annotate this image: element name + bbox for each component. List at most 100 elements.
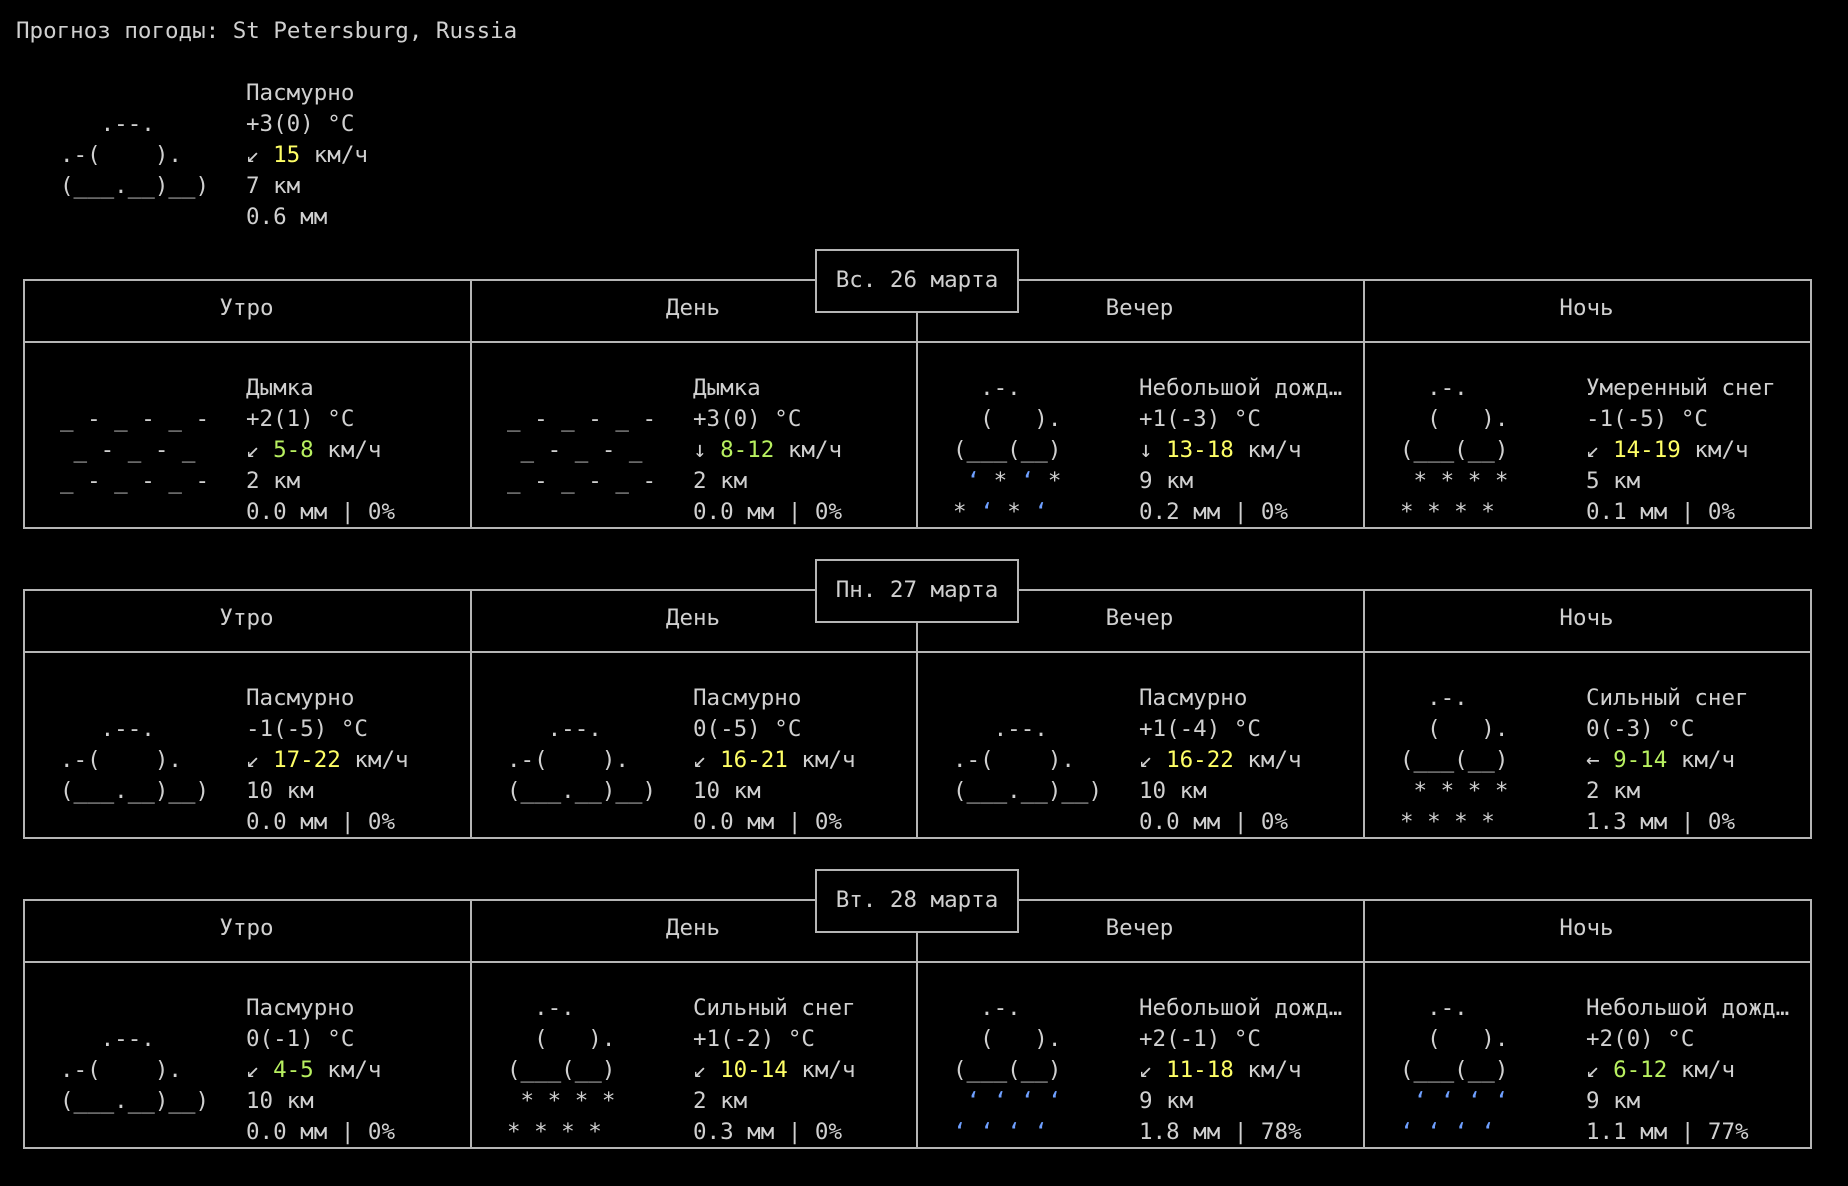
wind-speed: 5-8 [273, 437, 314, 463]
wind-row: ↙ 16-21 км/ч [693, 745, 856, 776]
art-line: _ - _ - _ - [60, 468, 210, 494]
wind-direction-icon: ↙ [693, 747, 707, 773]
art-line: * * * * [1400, 778, 1509, 804]
wind-row: ↙ 16-22 км/ч [1139, 745, 1302, 776]
raindrop-icon: ʻ [1481, 1119, 1495, 1145]
precipitation: 0.3 мм | 0% [693, 1119, 843, 1145]
visibility: 10 км [246, 778, 314, 804]
wind-unit: км/ч [1680, 1057, 1736, 1083]
precipitation: 1.1 мм | 77% [1586, 1119, 1749, 1145]
visibility: 10 км [693, 778, 761, 804]
art-line: ʻ ʻ ʻ ʻ [1400, 1117, 1495, 1148]
temperature: +3(0) °C [693, 406, 802, 432]
precipitation: 0.0 мм | 0% [693, 499, 843, 525]
art-line: .-( ). [60, 1057, 182, 1083]
raindrop-icon: ʻ [966, 1088, 981, 1114]
raindrop-icon: ʻ [1440, 1088, 1455, 1114]
art-line: (___.__)__) [507, 778, 657, 804]
wind-direction-icon: ↓ [1139, 437, 1153, 463]
wind-unit: км/ч [327, 1057, 382, 1083]
date-label: Пн. 27 марта [835, 577, 999, 603]
temperature: 0(-5) °C [693, 716, 802, 742]
date-label-box: Пн. 27 марта [815, 559, 1019, 623]
wind-direction-icon: ↙ [246, 142, 260, 168]
art-line: .-( ). [507, 747, 629, 773]
wind-direction-icon: ↙ [1139, 1057, 1153, 1083]
wind-unit: км/ч [313, 142, 368, 168]
art-line: ʻ * ʻ * [966, 468, 1062, 494]
raindrop-icon: ʻ [1494, 1088, 1509, 1114]
condition-label: Сильный снег [693, 995, 856, 1021]
wind-row: ↙ 10-14 км/ч [693, 1055, 856, 1086]
wind-speed: 11-18 [1166, 1057, 1234, 1083]
wind-direction-icon: ↙ [1139, 747, 1153, 773]
period-header-3: Ночь [1559, 915, 1614, 941]
temperature: +1(-2) °C [693, 1026, 815, 1052]
temperature: 0(-1) °C [246, 1026, 355, 1052]
art-line: * ʻ * ʻ [953, 499, 1048, 525]
art-line: (___(__) [1400, 747, 1509, 773]
visibility: 2 км [693, 468, 748, 494]
condition-label: Пасмурно [693, 685, 802, 711]
wind-unit: км/ч [1247, 437, 1302, 463]
art-line: _ - _ - _ - [60, 406, 210, 432]
forecast-title: Прогноз погоды: St Petersburg, Russia [16, 18, 518, 44]
temperature: +2(-1) °C [1139, 1026, 1261, 1052]
wind-speed: 8-12 [720, 437, 775, 463]
wind-row: ↙ 15 км/ч [246, 140, 368, 171]
date-label-box: Вт. 28 марта [815, 869, 1019, 933]
period-header-3: Ночь [1559, 295, 1614, 321]
wind-row: ↙ 11-18 км/ч [1139, 1055, 1302, 1086]
wind-unit: км/ч [1694, 437, 1749, 463]
wind-speed: 17-22 [273, 747, 341, 773]
condition-label: Дымка [246, 375, 314, 401]
art-line: .-. [953, 375, 1021, 401]
visibility: 9 км [1586, 1088, 1641, 1114]
period-header-0: Утро [219, 915, 274, 941]
precipitation: 0.0 мм | 0% [1139, 809, 1289, 835]
precipitation: 0.0 мм | 0% [246, 499, 396, 525]
wind-row: ↓ 13-18 км/ч [1139, 435, 1302, 466]
wind-unit: км/ч [801, 747, 856, 773]
temperature: +2(0) °C [1586, 1026, 1695, 1052]
art-line: ( ). [953, 1026, 1062, 1052]
wind-unit: км/ч [787, 437, 843, 463]
visibility: 7 км [246, 173, 301, 199]
wind-speed: 10-14 [720, 1057, 788, 1083]
art-line: .--. [507, 716, 602, 742]
wind-speed: 16-22 [1166, 747, 1234, 773]
art-line: .-. [1400, 375, 1468, 401]
terminal-window: Прогноз погоды: St Petersburg, Russia .-… [0, 0, 1848, 1186]
wind-unit: км/ч [354, 747, 409, 773]
art-line: _ - _ - _ [507, 437, 643, 463]
raindrop-icon: ʻ [1427, 1119, 1441, 1145]
art-line: .-( ). [60, 142, 182, 168]
art-line: _ - _ - _ [60, 437, 196, 463]
art-line: ( ). [953, 406, 1062, 432]
visibility: 10 км [1139, 778, 1207, 804]
temperature: +1(-3) °C [1139, 406, 1261, 432]
condition-label: Пасмурно [246, 80, 355, 106]
wind-speed: 15 [273, 142, 301, 168]
wind-speed: 13-18 [1166, 437, 1234, 463]
wind-speed: 4-5 [273, 1057, 314, 1083]
wind-direction-icon: ↙ [1586, 1057, 1600, 1083]
temperature: 0(-3) °C [1586, 716, 1695, 742]
wind-row: ↙ 6-12 км/ч [1586, 1055, 1735, 1086]
period-header-0: Утро [219, 605, 274, 631]
wind-direction-icon: ← [1586, 747, 1600, 773]
wind-row: ↙ 5-8 км/ч [246, 435, 381, 466]
wind-speed: 16-21 [720, 747, 788, 773]
art-line: (___(__) [507, 1057, 616, 1083]
visibility: 5 км [1586, 468, 1641, 494]
precipitation: 0.6 мм [246, 204, 328, 230]
wind-direction-icon: ↓ [693, 437, 707, 463]
art-line: .--. [60, 716, 155, 742]
art-line: (___.__)__) [60, 1088, 210, 1114]
art-line: * * * * [1400, 499, 1495, 525]
condition-label: Пасмурно [1139, 685, 1248, 711]
wind-unit: км/ч [801, 1057, 856, 1083]
art-line: (___(__) [953, 437, 1062, 463]
visibility: 2 км [246, 468, 301, 494]
temperature: -1(-5) °C [1586, 406, 1708, 432]
